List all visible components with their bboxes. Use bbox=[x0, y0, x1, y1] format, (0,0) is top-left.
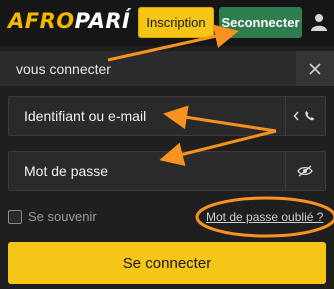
eye-off-icon bbox=[297, 165, 313, 177]
close-icon bbox=[309, 62, 321, 75]
field-divider bbox=[285, 152, 286, 190]
login-id-field[interactable]: Identifiant ou e-mail bbox=[8, 96, 326, 136]
toggle-password-visibility[interactable] bbox=[293, 162, 317, 180]
forgot-password-link[interactable]: Mot de passe oublié ? bbox=[206, 210, 323, 224]
afropari-logo[interactable]: AFROPARÍ bbox=[8, 11, 130, 32]
password-field[interactable]: Mot de passe bbox=[8, 151, 326, 191]
login-dialog-title: vous connecter bbox=[16, 61, 111, 77]
header-login-button[interactable]: Seconnecter bbox=[219, 7, 302, 38]
field-divider bbox=[285, 97, 286, 135]
login-type-toggle[interactable] bbox=[293, 107, 317, 125]
chevron-left-phone-icon bbox=[293, 111, 315, 121]
register-button[interactable]: Inscription bbox=[138, 7, 214, 38]
remember-me[interactable]: Se souvenir bbox=[8, 209, 97, 224]
password-placeholder: Mot de passe bbox=[24, 163, 109, 179]
logo-text-afro: AFRO bbox=[8, 9, 75, 33]
user-icon[interactable] bbox=[311, 13, 327, 31]
logo-text-pari: PARÍ bbox=[74, 9, 131, 33]
login-id-placeholder: Identifiant ou e-mail bbox=[24, 108, 147, 124]
close-button[interactable] bbox=[296, 51, 334, 86]
remember-me-checkbox[interactable] bbox=[8, 209, 22, 224]
remember-me-label: Se souvenir bbox=[28, 209, 97, 224]
submit-login-button[interactable]: Se connecter bbox=[8, 242, 326, 284]
